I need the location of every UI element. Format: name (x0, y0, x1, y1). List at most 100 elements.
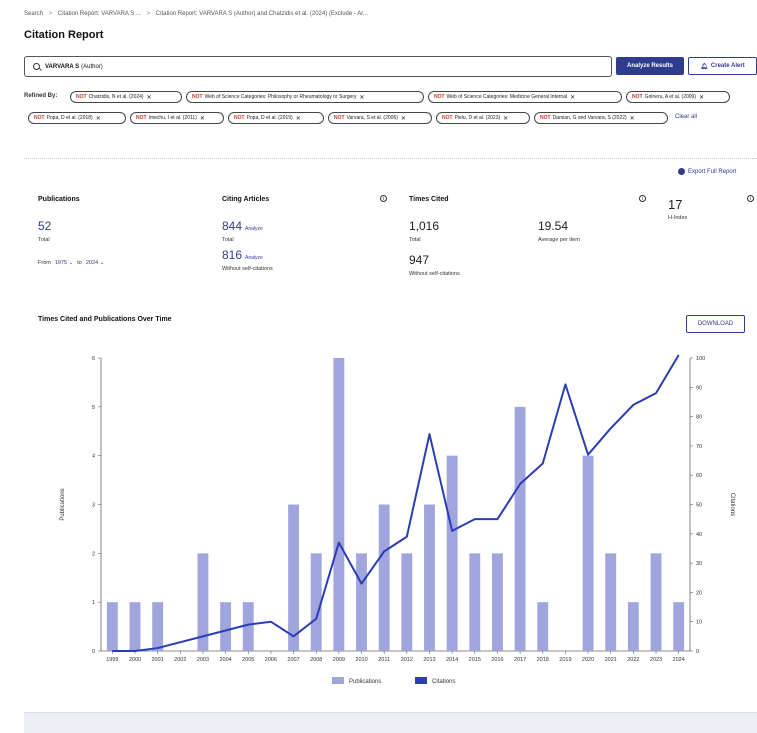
search-query-field: (Author) (81, 63, 103, 70)
y2-tick-label: 50 (696, 503, 702, 509)
clear-all-link[interactable]: Clear all (675, 114, 697, 120)
y-tick-label: 3 (92, 503, 95, 509)
create-alert-button[interactable]: 🔔︎ Create Alert (688, 57, 757, 75)
x-tick-label: 2015 (469, 657, 481, 663)
info-icon[interactable]: i (639, 195, 646, 202)
y2-tick-label: 30 (696, 561, 702, 567)
close-icon[interactable]: ✕ (296, 115, 301, 122)
search-icon (33, 63, 40, 70)
chevron-down-icon: ⌄ (99, 260, 105, 266)
h-index-label: H-Index (668, 215, 688, 221)
publication-bar (492, 553, 503, 651)
publications-title: Publications (38, 196, 80, 203)
legend-swatch-publications (332, 677, 344, 684)
publication-bar (537, 602, 549, 651)
x-tick-label: 2001 (152, 657, 164, 663)
close-icon[interactable]: ✕ (570, 94, 575, 101)
close-icon[interactable]: ✕ (147, 94, 152, 101)
refine-chip[interactable]: NOT Popa, D et al. (2019) ✕ (228, 112, 324, 124)
breadcrumb-citation-report-short[interactable]: Citation Report: VARVARA S ... (58, 11, 141, 17)
x-tick-label: 2018 (537, 657, 549, 663)
year-range: From 1975 ⌄ to 2024 ⌄ (38, 260, 104, 266)
citing-without-value[interactable]: 816 (222, 248, 242, 262)
close-icon[interactable]: ✕ (96, 115, 101, 122)
y2-tick-label: 80 (696, 415, 702, 421)
average-per-item-value: 19.54 (538, 219, 569, 233)
times-cited-publications-chart: 012345601020304050607080901001999 2000 200… (60, 354, 735, 685)
y-axis-label: Publications (60, 488, 66, 520)
breadcrumb-separator: > (146, 11, 151, 17)
x-tick-label: 2023 (650, 657, 662, 663)
refine-chip[interactable]: NOT Imechu, I et al. (2011) ✕ (130, 112, 224, 124)
citing-articles-title: Citing Articles (222, 196, 270, 203)
y2-tick-label: 40 (696, 532, 702, 538)
y2-tick-label: 0 (696, 649, 699, 655)
publication-bar (152, 602, 164, 651)
breadcrumb-citation-report-full: Citation Report: VARVARA S (Author) and … (155, 11, 368, 17)
refine-chip[interactable]: NOT Varvara, S et al. (2006) ✕ (328, 112, 432, 124)
average-per-item-label: Average per item (538, 237, 580, 243)
x-tick-label: 2016 (491, 657, 503, 663)
publications-total-value[interactable]: 52 (38, 219, 51, 233)
info-icon[interactable]: i (747, 195, 754, 202)
search-query-bold: VARVARA S (45, 63, 80, 70)
analyze-citing-without-link[interactable]: Analyze (245, 255, 263, 261)
breadcrumb: Search > Citation Report: VARVARA S ... … (24, 11, 372, 17)
y-tick-label: 4 (92, 454, 95, 460)
refined-by-label: Refined By: (24, 93, 58, 99)
analyze-results-button[interactable]: Analyze Results (616, 57, 684, 75)
refine-chip[interactable]: NOT Chatzidis, N et al. (2024) ✕ (70, 91, 182, 103)
citing-total-label: Total (222, 237, 234, 243)
x-tick-label: 2010 (355, 657, 367, 663)
times-cited-without-value: 947 (409, 253, 430, 267)
breadcrumb-search[interactable]: Search (24, 11, 43, 17)
from-label: From (38, 260, 51, 266)
y2-axis-label: Citations (729, 493, 735, 516)
publication-bar (356, 553, 367, 651)
y-tick-label: 1 (92, 600, 95, 606)
info-icon[interactable]: i (380, 195, 387, 202)
export-full-report-button[interactable]: Export Full Report (678, 168, 736, 175)
close-icon[interactable]: ✕ (503, 115, 508, 122)
y2-tick-label: 70 (696, 444, 702, 450)
refine-chip[interactable]: NOT Web of Science Categories: Medicine G… (428, 91, 622, 103)
citations-line (112, 354, 680, 652)
footer-strip (24, 712, 757, 733)
x-tick-label: 2021 (605, 657, 617, 663)
publication-bar (469, 553, 481, 651)
export-label: Export Full Report (688, 168, 737, 175)
section-divider (24, 158, 757, 159)
refine-chip[interactable]: NOT Golneru, A et al. (2009) ✕ (626, 91, 730, 103)
x-tick-label: 2005 (242, 657, 254, 663)
y2-tick-label: 90 (696, 385, 702, 391)
search-input[interactable]: VARVARA S (Author) (24, 56, 612, 77)
refine-chip[interactable]: NOT Web of Science Categories: Philosophy… (186, 91, 424, 103)
refine-chip[interactable]: NOT Damian, G and Varvara, S (2022) ✕ (534, 112, 668, 124)
y2-tick-label: 60 (696, 473, 702, 479)
publications-panel: Publications 52 Total From 1975 ⌄ to 202… (24, 185, 210, 293)
times-cited-panel: Times Cited i 1,016 Total 19.54 Average … (397, 185, 653, 293)
publication-bar (673, 602, 685, 651)
times-cited-total-value: 1,016 (409, 219, 440, 233)
x-tick-label: 2004 (219, 657, 231, 663)
close-icon[interactable]: ✕ (630, 115, 635, 122)
to-year-select[interactable]: 2024 ⌄ (86, 260, 104, 266)
analyze-citing-link[interactable]: Analyze (245, 226, 263, 232)
close-icon[interactable]: ✕ (200, 115, 205, 122)
x-tick-label: 2017 (514, 657, 526, 663)
citing-total-value[interactable]: 844 (222, 219, 242, 233)
refine-chip[interactable]: NOT Pielu, D et al. (2023) ✕ (436, 112, 530, 124)
y2-tick-label: 100 (696, 356, 705, 362)
close-icon[interactable]: ✕ (699, 94, 704, 101)
publication-bar (582, 455, 594, 651)
publication-bar (401, 553, 413, 651)
y-tick-label: 0 (92, 649, 95, 655)
download-button[interactable]: DOWNLOAD (686, 315, 745, 333)
close-icon[interactable]: ✕ (360, 94, 365, 101)
x-tick-label: 2022 (627, 657, 639, 663)
from-year-select[interactable]: 1975 ⌄ (55, 260, 73, 266)
times-cited-total-label: Total (409, 237, 421, 243)
refine-chip[interactable]: NOT Popa, D et al. (2018) ✕ (28, 112, 126, 124)
x-tick-label: 2019 (559, 657, 571, 663)
close-icon[interactable]: ✕ (401, 115, 406, 122)
